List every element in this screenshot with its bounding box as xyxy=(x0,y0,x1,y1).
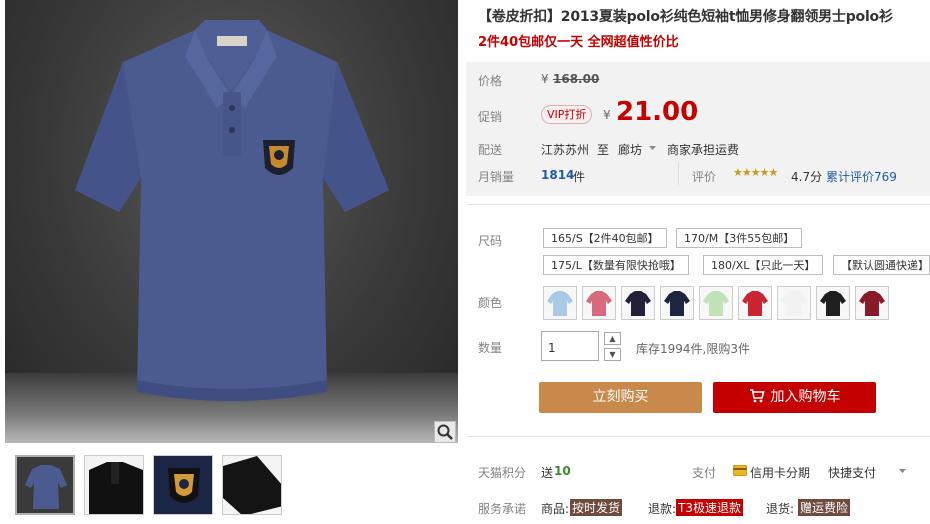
shirt-color-icon xyxy=(856,287,888,319)
main-product-image[interactable] xyxy=(5,0,458,443)
promo-currency: ¥ xyxy=(603,108,611,122)
buy-now-button[interactable]: 立刻购买 xyxy=(539,382,702,413)
shirt-color-icon xyxy=(778,287,810,319)
product-subtitle: 2件40包邮仅一天 全网超值性价比 xyxy=(478,35,679,50)
size-option-170[interactable]: 170/M【3件55包邮】 xyxy=(676,228,803,248)
section-divider xyxy=(466,204,930,205)
thumb-emblem-graphic xyxy=(154,456,212,514)
quantity-label: 数量 xyxy=(478,341,503,355)
rating-label: 评价 xyxy=(692,170,717,184)
rating-stars-icon: ★★★★★ xyxy=(733,166,778,179)
original-currency: ¥ xyxy=(541,72,549,86)
polo-shirt-illustration xyxy=(75,20,389,401)
shirt-color-icon xyxy=(700,287,732,319)
chevron-down-icon[interactable] xyxy=(648,144,657,152)
shipping-to-word: 至 xyxy=(597,143,610,157)
color-swatch[interactable] xyxy=(660,286,694,320)
cart-icon xyxy=(749,389,765,403)
shipping-destination-select[interactable]: 廊坊 xyxy=(618,141,642,158)
thumb-black-graphic xyxy=(85,456,143,514)
color-swatch[interactable] xyxy=(621,286,655,320)
add-to-cart-button[interactable]: 加入购物车 xyxy=(713,382,876,413)
shirt-color-icon xyxy=(817,287,849,319)
thumb-blue-graphic xyxy=(17,457,73,513)
review-count-link[interactable]: 累计评价769 xyxy=(826,168,897,185)
points-value: 10 xyxy=(554,464,571,478)
on-time-delivery-badge[interactable]: 按时发货 xyxy=(570,499,623,516)
rating-score: 4.7分 xyxy=(791,170,823,184)
shipping-option-default[interactable]: 【默认圆通快递】 xyxy=(833,255,930,275)
add-to-cart-label: 加入购物车 xyxy=(770,389,841,405)
size-label: 尺码 xyxy=(478,234,503,248)
original-price: 168.00 xyxy=(553,72,600,86)
monthly-sales-unit: 件 xyxy=(573,170,586,184)
monthly-sales-label: 月销量 xyxy=(478,170,515,184)
chevron-down-icon[interactable] xyxy=(898,468,907,475)
quick-pay-link[interactable]: 快捷支付 xyxy=(828,464,876,481)
divider xyxy=(678,163,679,185)
stock-text: 库存1994件,限购3件 xyxy=(636,342,750,356)
shipping-origin: 江苏苏州 xyxy=(541,143,590,157)
fast-refund-badge[interactable]: T3极速退款 xyxy=(676,499,743,516)
color-swatch[interactable] xyxy=(738,286,772,320)
color-label: 颜色 xyxy=(478,296,503,310)
service-refund-label: 退款: xyxy=(648,502,677,516)
service-label: 服务承诺 xyxy=(478,502,527,516)
shirt-color-icon xyxy=(544,287,576,319)
magnifier-icon xyxy=(437,424,453,440)
color-swatch[interactable] xyxy=(816,286,850,320)
shirt-color-icon xyxy=(739,287,771,319)
service-goods-label: 商品: xyxy=(541,502,570,516)
promo-price: 21.00 xyxy=(616,97,699,127)
service-return-label: 退货: xyxy=(766,502,795,516)
shipping-note: 商家承担运费 xyxy=(667,143,740,157)
pay-label: 支付 xyxy=(692,466,717,480)
shirt-color-icon xyxy=(661,287,693,319)
points-label: 天猫积分 xyxy=(478,466,527,480)
vip-discount-badge: VIP打折 xyxy=(541,105,593,124)
product-title: 【卷皮折扣】2013夏装polo衫纯色短袖t恤男修身翻领男士polo衫 xyxy=(478,9,893,25)
shipping-insurance-badge[interactable]: 赠运费险 xyxy=(798,499,851,516)
size-option-180[interactable]: 180/XL【只此一天】 xyxy=(703,255,824,275)
credit-installment-link[interactable]: 信用卡分期 xyxy=(750,464,810,481)
thumbnail-blue-shirt[interactable] xyxy=(15,455,75,515)
thumbnail-black-shirt[interactable] xyxy=(84,455,144,515)
section-divider-2 xyxy=(466,436,930,437)
original-price-label: 价格 xyxy=(478,74,503,88)
size-option-175[interactable]: 175/L【数量有限快抢哦】 xyxy=(543,255,689,275)
promo-price-label: 促销 xyxy=(478,110,503,124)
color-swatch[interactable] xyxy=(699,286,733,320)
quantity-input[interactable]: 1 xyxy=(541,331,599,361)
thumbnail-emblem-detail[interactable] xyxy=(153,455,213,515)
size-option-165[interactable]: 165/S【2件40包邮】 xyxy=(543,228,667,248)
color-swatch[interactable] xyxy=(543,286,577,320)
zoom-button[interactable] xyxy=(434,421,456,443)
color-swatch[interactable] xyxy=(855,286,889,320)
thumbnail-sleeve-detail[interactable] xyxy=(222,455,282,515)
monthly-sales-count: 1814 xyxy=(541,168,575,182)
shirt-color-icon xyxy=(622,287,654,319)
color-swatch[interactable] xyxy=(582,286,616,320)
thumb-sleeve-graphic xyxy=(223,456,281,514)
quantity-decrease-button[interactable]: ▼ xyxy=(604,348,621,361)
color-swatch[interactable] xyxy=(777,286,811,320)
quantity-increase-button[interactable]: ▲ xyxy=(604,332,621,345)
points-send-word: 送 xyxy=(541,466,554,480)
shipping-label: 配送 xyxy=(478,143,503,157)
credit-card-icon xyxy=(733,465,747,476)
shirt-color-icon xyxy=(583,287,615,319)
